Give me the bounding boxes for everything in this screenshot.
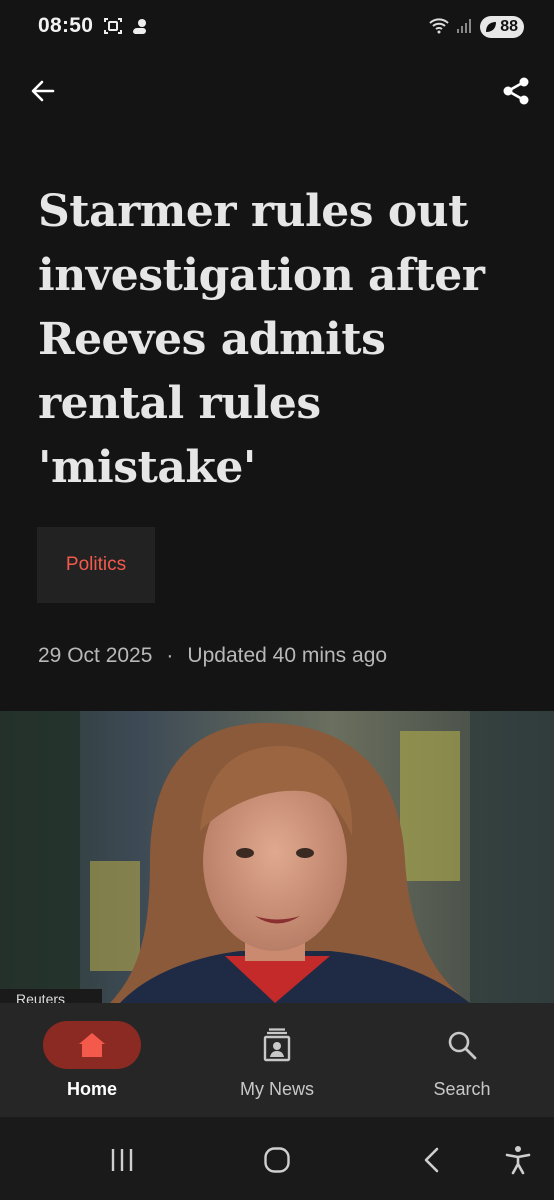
topic-tag-button[interactable]: Politics [37, 527, 155, 603]
wifi-icon [428, 15, 450, 39]
article-meta: 29 Oct 2025 · Updated 40 mins ago [38, 644, 387, 668]
system-back-button[interactable] [417, 1145, 447, 1175]
share-button[interactable] [498, 73, 534, 109]
article-headline: Starmer rules out investigation after Re… [38, 186, 485, 493]
nav-label-my-news: My News [239, 1079, 314, 1099]
share-icon [503, 77, 529, 105]
article-date: 29 Oct 2025 [38, 644, 153, 667]
search-icon [448, 1031, 477, 1060]
system-home-button[interactable] [262, 1145, 292, 1175]
nav-icon-container [413, 1021, 511, 1069]
home-icon [79, 1033, 105, 1057]
portrait-photo [0, 711, 554, 1003]
image-credit: Reuters [0, 989, 102, 1003]
signal-icon [456, 16, 474, 38]
hero-image[interactable]: Reuters [0, 711, 554, 1003]
nav-item-home[interactable]: Home [17, 1021, 167, 1111]
back-chevron-icon [424, 1147, 439, 1173]
article-updated: Updated 40 mins ago [187, 644, 388, 667]
status-bar: 08:50 88 [0, 0, 554, 54]
status-right-icons: 88 [428, 15, 524, 39]
nav-label-search: Search [433, 1079, 491, 1099]
arrow-left-icon [31, 80, 55, 102]
home-circle-icon [264, 1147, 290, 1173]
status-left-icons [103, 16, 151, 40]
my-news-icon [263, 1028, 291, 1062]
recents-icon [111, 1149, 133, 1171]
nav-item-search[interactable]: Search [387, 1021, 537, 1111]
status-time: 08:50 [38, 14, 94, 37]
nav-icon-container [228, 1021, 326, 1069]
recents-button[interactable] [107, 1145, 137, 1175]
system-navigation-bar [0, 1117, 554, 1200]
meta-separator: · [166, 644, 174, 667]
nav-item-my-news[interactable]: My News [202, 1021, 352, 1111]
battery-indicator: 88 [480, 16, 524, 38]
nav-label-home: Home [66, 1079, 117, 1099]
leaf-icon [486, 22, 497, 32]
bottom-navigation: Home My News Search [0, 1003, 554, 1117]
nav-active-pill [43, 1021, 141, 1069]
accessibility-button[interactable] [503, 1145, 533, 1175]
back-button[interactable] [26, 74, 60, 108]
battery-level: 88 [500, 18, 518, 35]
accessibility-icon [505, 1146, 531, 1175]
app-header [0, 54, 554, 134]
weather-icon [129, 16, 151, 40]
screenshot-icon [103, 16, 123, 40]
